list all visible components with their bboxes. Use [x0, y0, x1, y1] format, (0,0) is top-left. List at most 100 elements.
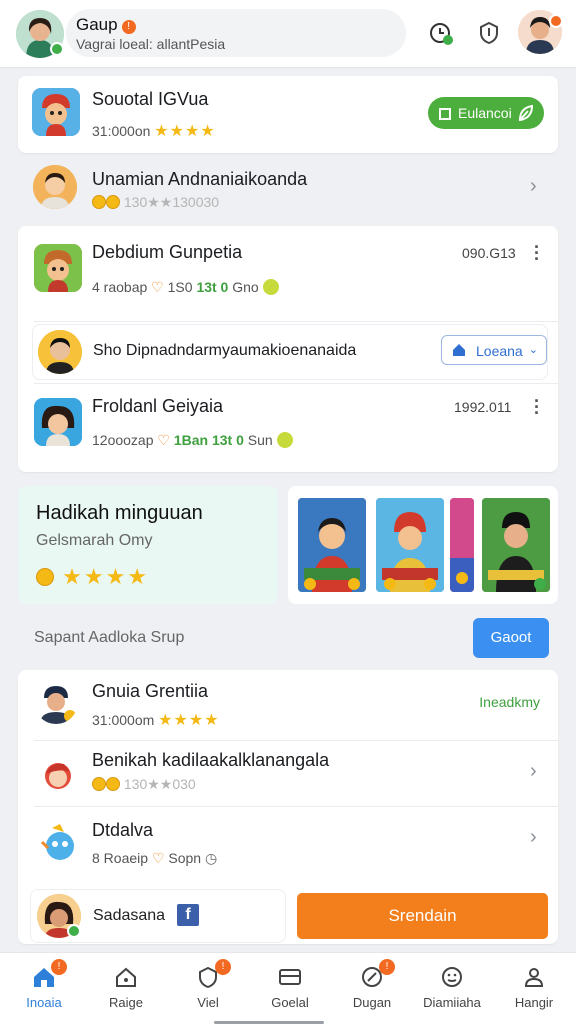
item-meta: 12ooozap: [92, 432, 154, 448]
avatar: [38, 820, 82, 864]
nav-label: Dugan: [352, 995, 392, 1010]
item-score: 13t 0: [211, 432, 244, 448]
nav-item-duel[interactable]: ! Dugan: [331, 953, 413, 1024]
nav-item-view[interactable]: ! Viel: [167, 953, 249, 1024]
status-badge: Ineadkmy: [479, 694, 540, 710]
gallery-thumb[interactable]: [482, 498, 550, 592]
get-button[interactable]: Eulancoi: [428, 97, 544, 129]
share-label: Sadasana: [93, 907, 166, 924]
chevron-right-icon[interactable]: ›: [530, 175, 537, 198]
timer-icon[interactable]: [428, 20, 454, 46]
smile-icon: [276, 432, 293, 448]
coin-icon: [36, 568, 54, 586]
item-meta: 31:000on: [92, 123, 151, 139]
more-icon[interactable]: · · ·: [534, 238, 540, 268]
nav-label: Inoaia: [26, 995, 62, 1010]
more-icon[interactable]: · · ·: [534, 392, 540, 422]
share-box[interactable]: Sadasana f: [30, 889, 286, 943]
item-meta: 31:000om: [92, 712, 155, 728]
home-icon: [453, 344, 465, 356]
online-badge: [67, 924, 81, 938]
chevron-right-icon[interactable]: ›: [530, 826, 537, 849]
promo-card[interactable]: Hadikah minguuan Gelsmarah Omy ★★★★: [18, 486, 278, 604]
heart-icon: ♡: [157, 432, 170, 448]
smiley-icon: [442, 967, 462, 987]
gallery-thumb[interactable]: [450, 498, 474, 592]
item-title: Unamian Andnaniaikoanda: [92, 169, 308, 189]
nav-badge: !: [215, 959, 231, 975]
game-list-card: Debdium Gunpetia 090.G13 · · · 4 raobap ♡ …: [18, 226, 558, 472]
item-meta: 4 raobap: [92, 279, 148, 295]
rating-stars: ★★★★: [154, 123, 216, 140]
list-item[interactable]: Dtdalva 8 Roaeip ♡ Sopn ◷ ›: [18, 808, 558, 872]
rating-stars: ★★★★: [158, 712, 220, 729]
item-title: Benikah kadilaakalklanangala: [92, 750, 330, 770]
item-title: Gnuia Grentiia: [92, 681, 209, 701]
primary-action-button[interactable]: Srendain: [297, 893, 548, 939]
location-button-label: Loeana: [476, 343, 523, 359]
heart-icon: ♡: [151, 279, 164, 295]
promo-title: Hadikah minguuan: [36, 502, 203, 524]
list-item[interactable]: Sho Dipnadndarmyaumakioenanaida Loeana ⌄: [32, 324, 548, 380]
group-subtitle: Vagrai loeal: allantPesia: [76, 36, 226, 52]
chevron-down-icon: ⌄: [528, 344, 538, 356]
nav-label: Hangir: [514, 995, 554, 1010]
game-gallery: [288, 486, 558, 604]
item-count: 1S0: [167, 279, 193, 295]
game-app-icon: [34, 398, 82, 446]
game-app-icon: [32, 88, 80, 136]
item-tag: Sun: [247, 432, 273, 448]
game-app-icon: [34, 244, 82, 292]
shield-icon[interactable]: [476, 20, 502, 46]
heart-icon: ♡: [151, 850, 165, 866]
nav-item-goal[interactable]: Goelal: [249, 953, 331, 1024]
avatar: [34, 680, 78, 724]
gallery-thumb[interactable]: [298, 498, 366, 592]
clock-icon: ◷: [204, 850, 218, 866]
top-header: Gaup! Vagrai loeal: allantPesia: [0, 0, 576, 68]
online-badge: [50, 42, 64, 56]
nav-item-profile[interactable]: Hangir: [493, 953, 575, 1024]
smile-icon: [262, 279, 279, 295]
item-title: Froldanl Geiyaia: [92, 396, 224, 416]
nav-badge: !: [379, 959, 395, 975]
item-date: 090.G13: [462, 245, 516, 261]
bottom-nav: ! Inoaia Raige ! Viel Goelal ! Dugan Dia…: [0, 952, 576, 1024]
avatar: [33, 165, 77, 209]
item-date: 1992.011: [454, 399, 512, 415]
item-score: 13t 0: [196, 279, 229, 295]
location-button[interactable]: Loeana ⌄: [441, 335, 547, 365]
list-item[interactable]: Benikah kadilaakalklanangala 130★★030 ›: [18, 742, 558, 806]
facebook-icon[interactable]: f: [177, 904, 199, 926]
gallery-thumb[interactable]: [376, 498, 444, 592]
nav-item-diamond[interactable]: Diamiiaha: [411, 953, 493, 1024]
group-info-pill[interactable]: Gaup! Vagrai loeal: allantPesia: [66, 9, 406, 57]
avatar: [38, 754, 82, 798]
promo-subtitle: Gelsmarah Omy: [36, 532, 153, 549]
house-outline-icon: [116, 967, 136, 987]
coin-icon: [106, 777, 120, 791]
notification-dot: [549, 14, 563, 28]
nav-label: Goelal: [271, 995, 309, 1010]
section-title: Sapant Aadloka Srup: [34, 629, 185, 646]
item-count: 1Ban: [173, 432, 209, 448]
nav-label: Viel: [197, 995, 219, 1010]
item-title: Sho Dipnadndarmyaumakioenanaida: [93, 342, 357, 359]
featured-item-card[interactable]: Souotal IGVua 31:000on ★★★★ Eulancoi: [18, 76, 558, 153]
promo-stars: ★★★★: [62, 564, 150, 589]
leaf-icon: [518, 104, 534, 122]
get-button-label: Eulancoi: [458, 105, 512, 121]
list-item[interactable]: Unamian Andnaniaikoanda 130★★130030 ›: [18, 157, 558, 220]
gift-icon: [439, 108, 451, 120]
chevron-right-icon[interactable]: ›: [530, 760, 537, 783]
nav-item-home[interactable]: ! Inoaia: [3, 953, 85, 1024]
section-action-button[interactable]: Gaoot: [473, 618, 549, 658]
divider: [34, 740, 558, 741]
coin-icon: [92, 777, 106, 791]
item-title: Dtdalva: [92, 820, 154, 840]
item-title: Souotal IGVua: [92, 89, 209, 109]
coin-icon: [92, 195, 106, 209]
item-meta: 8 Roaeip: [92, 850, 149, 866]
nav-item-page[interactable]: Raige: [85, 953, 167, 1024]
group-title: Gaup: [76, 15, 118, 34]
